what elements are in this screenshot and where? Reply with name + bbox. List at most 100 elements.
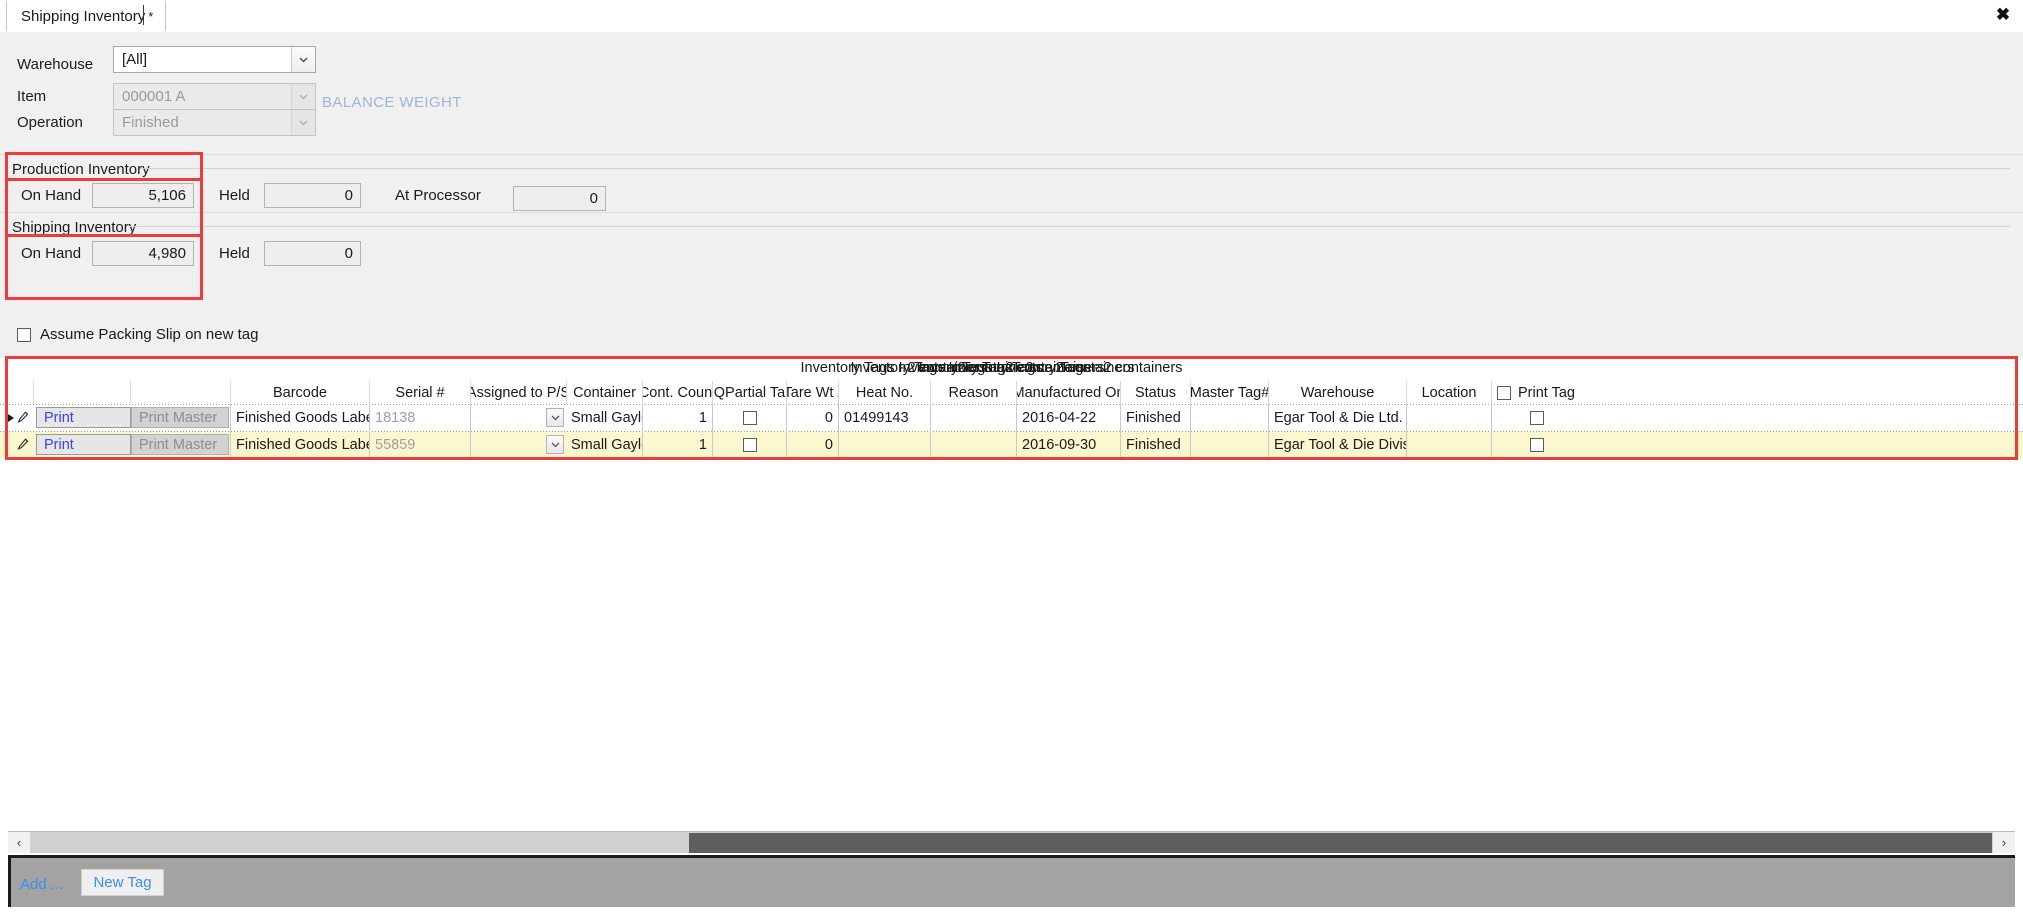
edit-pencil-icon	[17, 437, 29, 452]
print-master-button[interactable]: Print Master	[131, 407, 229, 428]
header-serial[interactable]: Serial #	[369, 381, 470, 404]
cell-status[interactable]: Finished	[1120, 404, 1190, 431]
warehouse-select[interactable]: [All]	[113, 46, 316, 73]
header-warehouse[interactable]: Warehouse	[1268, 381, 1406, 404]
shipping-held-value: 0	[264, 241, 361, 266]
operation-value: Finished	[122, 114, 179, 131]
header-tare-wt[interactable]: Tare Wt /	[786, 381, 838, 404]
shipping-held-label: Held	[219, 245, 250, 262]
header-container[interactable]: Container	[566, 381, 642, 404]
cell-manufactured-on[interactable]: 2016-09-30	[1016, 431, 1120, 458]
cell-location[interactable]	[1406, 404, 1491, 431]
horizontal-scrollbar[interactable]: ‹ ›	[8, 831, 2015, 853]
cell-cont-count[interactable]: 1	[642, 404, 712, 431]
print-button[interactable]: Print	[36, 407, 131, 428]
scrollbar-thumb[interactable]	[689, 833, 1992, 853]
print-tag-checkbox[interactable]	[1529, 437, 1544, 452]
print-tag-checkbox[interactable]	[1529, 410, 1544, 425]
cell-partial-tag[interactable]	[712, 404, 786, 431]
cell-serial[interactable]: 55859	[369, 431, 470, 458]
cell-location[interactable]	[1406, 431, 1491, 458]
row-indicator	[0, 404, 33, 431]
cell-partial-tag[interactable]	[712, 431, 786, 458]
header-assigned-to-ps[interactable]: Assigned to P/S	[470, 381, 566, 404]
table-row[interactable]: Print Print Master Finished Goods Label …	[0, 404, 2023, 431]
balance-weight-link[interactable]: BALANCE WEIGHT	[322, 94, 462, 111]
partial-tag-checkbox[interactable]	[742, 410, 757, 425]
header-manufactured-on[interactable]: Manufactured On	[1016, 381, 1120, 404]
production-held-value: 0	[264, 183, 361, 208]
header-print-master[interactable]	[130, 381, 230, 404]
add-link[interactable]: Add ...	[20, 876, 63, 893]
cell-master-tag[interactable]	[1190, 404, 1268, 431]
header-barcode[interactable]: Barcode	[230, 381, 369, 404]
header-print[interactable]	[33, 381, 130, 404]
assume-packing-slip-checkbox[interactable]	[17, 327, 31, 342]
cell-status[interactable]: Finished	[1120, 431, 1190, 458]
print-master-button[interactable]: Print Master	[131, 434, 229, 455]
cell-heat-no[interactable]: 01499143	[838, 404, 930, 431]
header-reason[interactable]: Reason	[930, 381, 1016, 404]
cell-reason[interactable]	[930, 431, 1016, 458]
partial-tag-checkbox[interactable]	[742, 437, 757, 452]
header-status[interactable]: Status	[1120, 381, 1190, 404]
cell-container[interactable]: Small Gaylor	[566, 431, 642, 458]
warehouse-label: Warehouse	[17, 56, 94, 73]
current-row-arrow-icon	[8, 413, 14, 422]
edit-pencil-icon	[17, 410, 29, 425]
cell-master-tag[interactable]	[1190, 431, 1268, 458]
cell-tare-wt[interactable]: 0	[786, 404, 838, 431]
options-band	[0, 270, 2023, 358]
cell-tare-wt[interactable]: 0	[786, 431, 838, 458]
assume-packing-slip-label: Assume Packing Slip on new tag	[40, 326, 259, 343]
assigned-to-ps-dropdown-icon[interactable]	[546, 435, 564, 454]
grid-title-ghost-5: Inventory Tags - 2 containers	[996, 360, 1183, 376]
cell-warehouse[interactable]: Egar Tool & Die Division 2	[1268, 431, 1406, 458]
assigned-to-ps-dropdown-icon[interactable]	[546, 408, 564, 427]
production-inventory-rule	[140, 168, 2010, 169]
assume-packing-slip-row[interactable]: Assume Packing Slip on new tag	[17, 326, 258, 343]
header-print-tag[interactable]: Print Tag	[1491, 381, 1581, 404]
chevron-down-icon[interactable]	[291, 47, 315, 72]
header-location[interactable]: Location	[1406, 381, 1491, 404]
cell-cont-count[interactable]: 1	[642, 431, 712, 458]
cell-print-tag[interactable]	[1491, 431, 1581, 458]
cell-container[interactable]: Small Gaylor	[566, 404, 642, 431]
warehouse-value: [All]	[122, 51, 148, 68]
grid-header-row: Barcode Serial # Assigned to P/S Contain…	[0, 381, 2023, 405]
new-tag-button[interactable]: New Tag	[81, 869, 164, 896]
header-cont-count[interactable]: Cont. Count	[642, 381, 712, 404]
chevron-down-icon[interactable]	[291, 110, 315, 135]
header-location-label: Location	[1421, 384, 1477, 401]
cell-warehouse[interactable]: Egar Tool & Die Ltd.	[1268, 404, 1406, 431]
cell-serial[interactable]: 18138	[369, 404, 470, 431]
grid-empty-area	[0, 461, 2023, 828]
cell-print-tag[interactable]	[1491, 404, 1581, 431]
chevron-down-icon[interactable]	[291, 84, 315, 109]
scroll-right-arrow-icon[interactable]: ›	[1993, 832, 2015, 853]
inventory-tags-grid: Inventory Tags - 2 containers Inventory …	[0, 358, 2023, 461]
header-master-tag[interactable]: Master Tag#	[1190, 381, 1268, 404]
header-heat-no[interactable]: Heat No.	[838, 381, 930, 404]
scroll-left-arrow-icon[interactable]: ‹	[8, 832, 30, 853]
header-row-indicator	[0, 381, 33, 404]
cell-manufactured-on[interactable]: 2016-04-22	[1016, 404, 1120, 431]
cell-reason[interactable]	[930, 404, 1016, 431]
table-row[interactable]: Print Print Master Finished Goods Label …	[0, 431, 2023, 458]
close-icon[interactable]: ✖	[1992, 3, 2014, 25]
item-label: Item	[17, 88, 47, 105]
item-value: 000001 A	[122, 88, 186, 105]
item-select[interactable]: 000001 A	[113, 83, 316, 110]
production-on-hand-value: 5,106	[92, 183, 194, 208]
cell-barcode[interactable]: Finished Goods Label	[230, 404, 369, 431]
cell-barcode[interactable]: Finished Goods Label	[230, 431, 369, 458]
footer-toolbar: Add ... New Tag	[8, 855, 2015, 907]
operation-label: Operation	[17, 114, 83, 131]
print-button[interactable]: Print	[36, 434, 131, 455]
production-held-label: Held	[219, 187, 250, 204]
operation-select[interactable]: Finished	[113, 109, 316, 136]
shipping-on-hand-label: On Hand	[21, 245, 82, 262]
cell-heat-no[interactable]	[838, 431, 930, 458]
header-partial-tag[interactable]: QPartial Ta	[712, 381, 786, 404]
header-print-tag-checkbox[interactable]	[1497, 385, 1511, 400]
